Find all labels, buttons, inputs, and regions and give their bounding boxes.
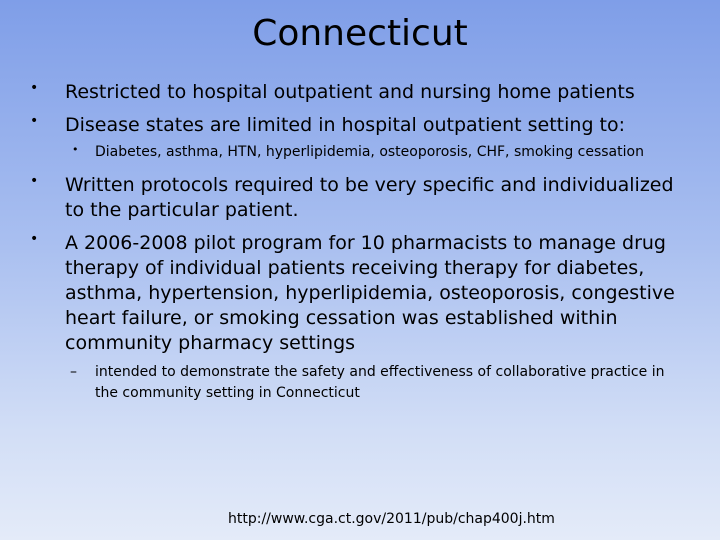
bullet-marker: • [30,173,39,189]
bullet-pilot-program: • A 2006-2008 pilot program for 10 pharm… [30,231,690,356]
bullet-list: • Restricted to hospital outpatient and … [30,80,690,410]
source-link[interactable]: http://www.cga.ct.gov/2011/pub/chap400j.… [228,508,555,530]
bullet-disease-states: • Disease states are limited in hospital… [30,113,690,138]
slide-title: Connecticut [252,13,468,54]
bullet-text: A 2006-2008 pilot program for 10 pharmac… [65,232,675,354]
sub-bullet-text: intended to demonstrate the safety and e… [95,364,665,401]
dash-marker: – [70,364,77,380]
bullet-restricted: • Restricted to hospital outpatient and … [30,80,690,105]
sub-bullet-disease-list: • Diabetes, asthma, HTN, hyperlipidemia,… [72,142,690,163]
bullet-written-protocols: • Written protocols required to be very … [30,173,690,223]
bullet-marker: • [30,113,39,129]
bullet-text: Written protocols required to be very sp… [65,174,674,221]
bullet-marker: • [30,231,39,247]
bullet-text: Disease states are limited in hospital o… [65,114,626,136]
sub-bullet-intended: – intended to demonstrate the safety and… [70,362,690,404]
bullet-marker: • [30,80,39,96]
bullet-text: Restricted to hospital outpatient and nu… [65,81,635,103]
sub-bullet-text: Diabetes, asthma, HTN, hyperlipidemia, o… [95,144,644,160]
sub-bullet-marker: • [72,143,79,156]
